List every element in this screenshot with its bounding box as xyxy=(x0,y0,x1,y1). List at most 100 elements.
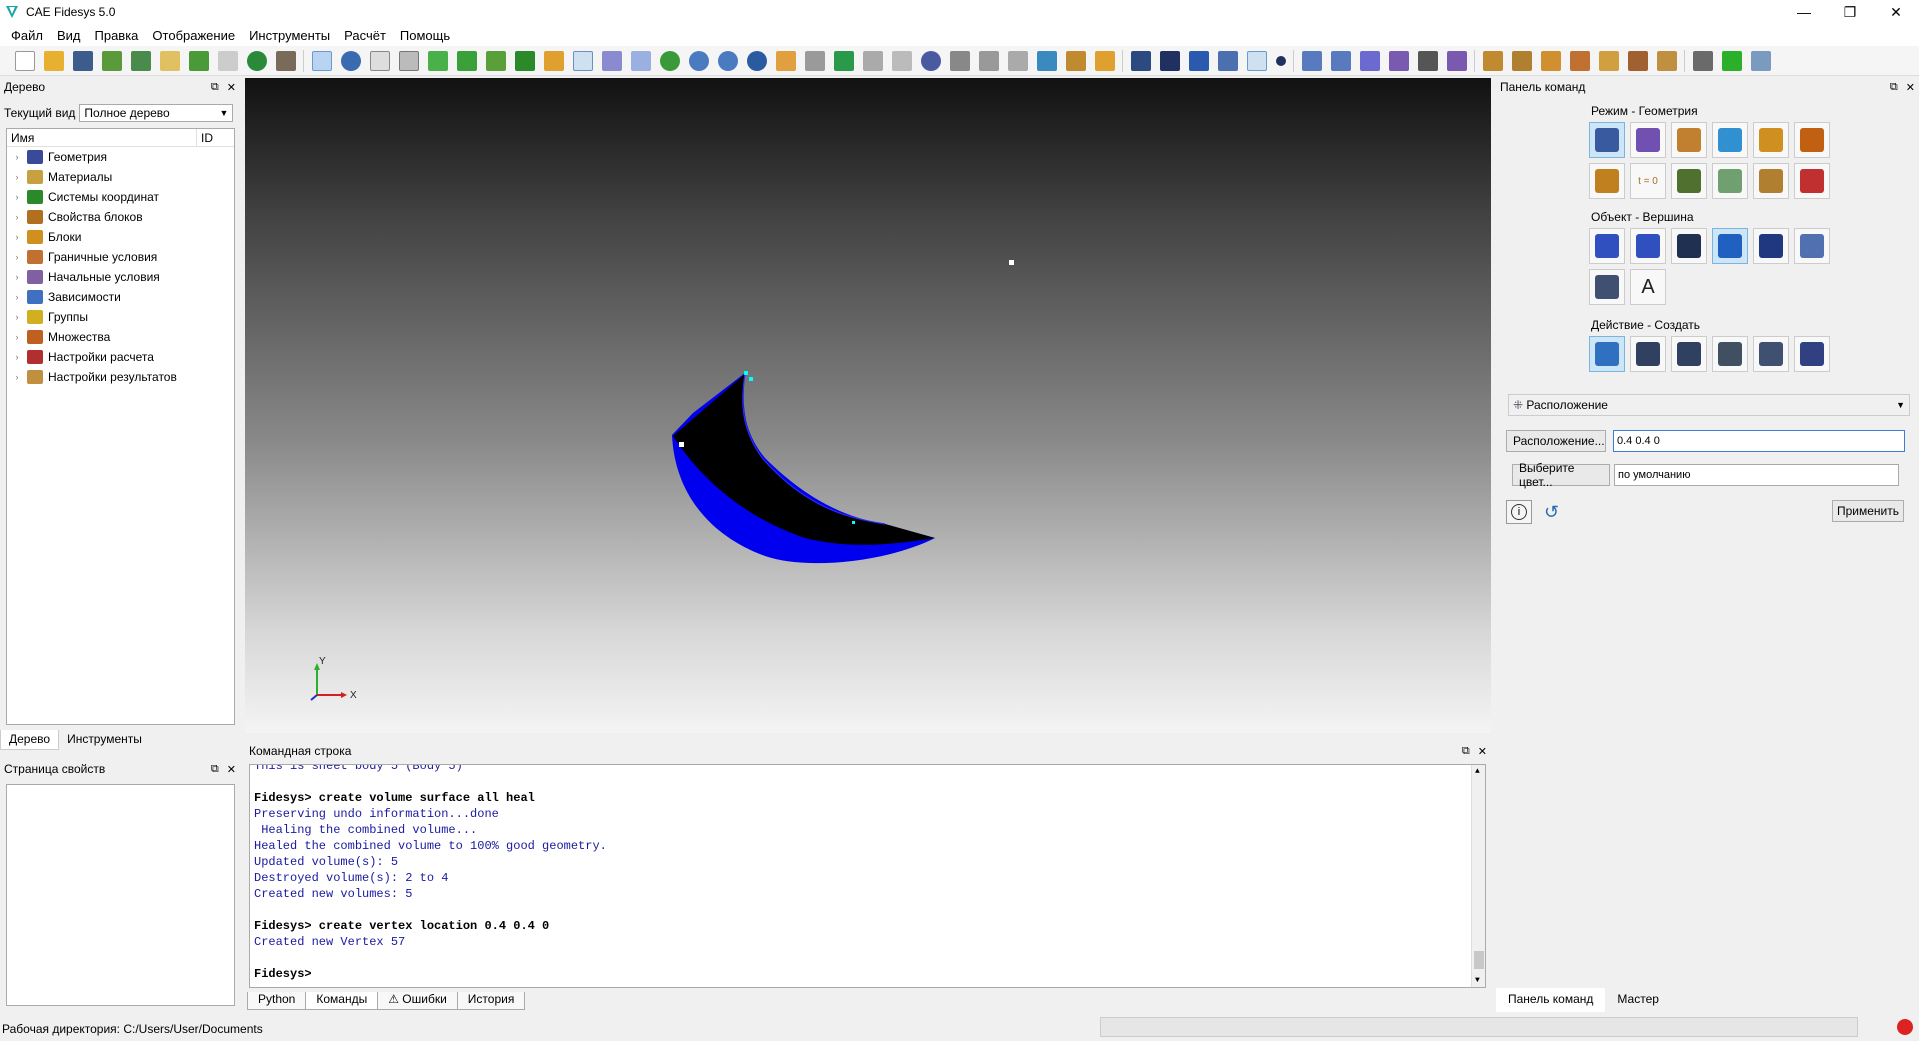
scroll-thumb[interactable] xyxy=(1474,951,1484,969)
expand-arrow-icon[interactable]: › xyxy=(7,212,27,222)
load-icon[interactable] xyxy=(1483,50,1503,71)
tree-item[interactable]: › Системы координат xyxy=(7,187,234,207)
transparent-icon[interactable] xyxy=(892,50,912,71)
expand-arrow-icon[interactable]: › xyxy=(7,292,27,302)
info-button[interactable]: i xyxy=(1506,500,1532,524)
curve-button[interactable] xyxy=(1671,228,1707,264)
view-front-icon[interactable] xyxy=(399,50,419,71)
tree-item[interactable]: › Настройки результатов xyxy=(7,367,234,387)
text-button[interactable]: A xyxy=(1630,269,1666,305)
menu-view[interactable]: Вид xyxy=(50,28,88,43)
location-input[interactable]: 0.4 0.4 0 xyxy=(1613,430,1905,452)
vertex-tool-icon[interactable] xyxy=(1276,55,1286,66)
box2-icon[interactable] xyxy=(1008,50,1028,71)
method-select[interactable]: ⁜ Расположение ▼ xyxy=(1508,394,1910,416)
minimize-button[interactable]: — xyxy=(1781,0,1827,24)
close-panel-icon[interactable]: ✕ xyxy=(227,81,236,94)
view-iso-icon[interactable] xyxy=(370,50,390,71)
graphics-viewport[interactable]: Y X xyxy=(245,78,1491,733)
location-button[interactable]: Расположение... xyxy=(1506,430,1606,452)
tab-errors[interactable]: ⚠ Ошибки xyxy=(377,992,458,1010)
float-icon[interactable]: ⧉ xyxy=(1462,745,1470,758)
open-file-icon[interactable] xyxy=(44,50,64,71)
journal-icon[interactable] xyxy=(218,50,238,71)
coord-mode-button[interactable] xyxy=(1712,122,1748,158)
tree-item[interactable]: › Группы xyxy=(7,307,234,327)
expand-arrow-icon[interactable]: › xyxy=(7,332,27,342)
face-icon[interactable] xyxy=(1360,50,1380,71)
copy-button[interactable] xyxy=(1794,336,1830,372)
save-file-icon[interactable] xyxy=(73,50,93,71)
menu-display[interactable]: Отображение xyxy=(145,28,242,43)
tab-commands[interactable]: Команды xyxy=(305,992,379,1010)
view-green2-icon[interactable] xyxy=(457,50,477,71)
new-file-icon[interactable] xyxy=(15,50,35,71)
created-vertex-marker[interactable] xyxy=(1009,260,1014,265)
vertex-button[interactable] xyxy=(1712,228,1748,264)
ic-mode-button[interactable]: t = 0 xyxy=(1630,163,1666,199)
color-input[interactable]: по умолчанию xyxy=(1614,464,1899,486)
fit-window-icon[interactable] xyxy=(1693,50,1713,71)
axes-icon[interactable] xyxy=(1037,50,1057,71)
expand-arrow-icon[interactable]: › xyxy=(7,372,27,382)
results-mode-button[interactable] xyxy=(1753,163,1789,199)
formula-icon[interactable] xyxy=(1657,50,1677,71)
mesh-mode-button[interactable] xyxy=(1630,122,1666,158)
vertex-marker[interactable] xyxy=(852,521,855,524)
menu-tools[interactable]: Инструменты xyxy=(242,28,337,43)
view-green3-icon[interactable] xyxy=(486,50,506,71)
mesh-view-icon[interactable] xyxy=(515,50,535,71)
zoom-in-icon[interactable] xyxy=(689,50,709,71)
tree-item[interactable]: › Начальные условия xyxy=(7,267,234,287)
cube-view-icon[interactable] xyxy=(602,50,622,71)
measure-button[interactable] xyxy=(1589,269,1625,305)
postproc-mode-button[interactable] xyxy=(1794,163,1830,199)
body-button[interactable] xyxy=(1794,228,1830,264)
window-view-icon[interactable] xyxy=(631,50,651,71)
tab-tools[interactable]: Инструменты xyxy=(59,730,150,750)
expand-arrow-icon[interactable]: › xyxy=(7,252,27,262)
bc-mode-button[interactable] xyxy=(1589,163,1625,199)
measure-tool-icon[interactable] xyxy=(1066,50,1086,71)
vertex-marker[interactable] xyxy=(749,377,753,381)
command-output[interactable]: This is sheet body 5 (Body 5) Fidesys> cr… xyxy=(249,764,1486,988)
group-tool-icon[interactable] xyxy=(1131,50,1151,71)
tree-item[interactable]: › Множества xyxy=(7,327,234,347)
zoom-out-icon[interactable] xyxy=(718,50,738,71)
script-icon[interactable] xyxy=(160,50,180,71)
export-icon[interactable] xyxy=(102,50,122,71)
material-mode-button[interactable] xyxy=(1671,122,1707,158)
sets-mode-button[interactable] xyxy=(1794,122,1830,158)
force-icon[interactable] xyxy=(1541,50,1561,71)
constraint-icon[interactable] xyxy=(1512,50,1532,71)
expand-arrow-icon[interactable]: › xyxy=(7,152,27,162)
grid-icon[interactable] xyxy=(573,50,593,71)
tree-item[interactable]: › Геометрия xyxy=(7,147,234,167)
float-icon[interactable]: ⧉ xyxy=(1890,81,1898,94)
mesh-grid-icon[interactable] xyxy=(1418,50,1438,71)
menu-calculation[interactable]: Расчёт xyxy=(337,28,393,43)
clip-icon[interactable] xyxy=(950,50,970,71)
sphere-icon[interactable] xyxy=(921,50,941,71)
vertex-view-icon[interactable] xyxy=(544,50,564,71)
expand-arrow-icon[interactable]: › xyxy=(7,272,27,282)
tab-tree[interactable]: Дерево xyxy=(0,730,60,750)
tree-col-name[interactable]: Имя xyxy=(7,128,197,147)
select-icon[interactable] xyxy=(312,50,332,71)
block-mode-button[interactable] xyxy=(1753,122,1789,158)
tree-view[interactable]: Имя ID › Геометрия › Материалы › Системы коор… xyxy=(6,128,235,725)
curve-tool-icon[interactable] xyxy=(1247,50,1267,71)
vertex-marker[interactable] xyxy=(679,442,684,447)
view-green-icon[interactable] xyxy=(428,50,448,71)
dependency-mode-button[interactable] xyxy=(1671,163,1707,199)
temperature-icon[interactable] xyxy=(1599,50,1619,71)
element-icon[interactable] xyxy=(1447,50,1467,71)
tree-item[interactable]: › Блоки xyxy=(7,227,234,247)
current-view-select[interactable]: Полное дерево ▼ xyxy=(79,104,234,122)
section-icon[interactable] xyxy=(776,50,796,71)
pressure-icon[interactable] xyxy=(1570,50,1590,71)
play-script-icon[interactable] xyxy=(189,50,209,71)
menu-edit[interactable]: Правка xyxy=(88,28,146,43)
zoom-fit-icon[interactable] xyxy=(747,50,767,71)
hex-icon[interactable] xyxy=(1389,50,1409,71)
